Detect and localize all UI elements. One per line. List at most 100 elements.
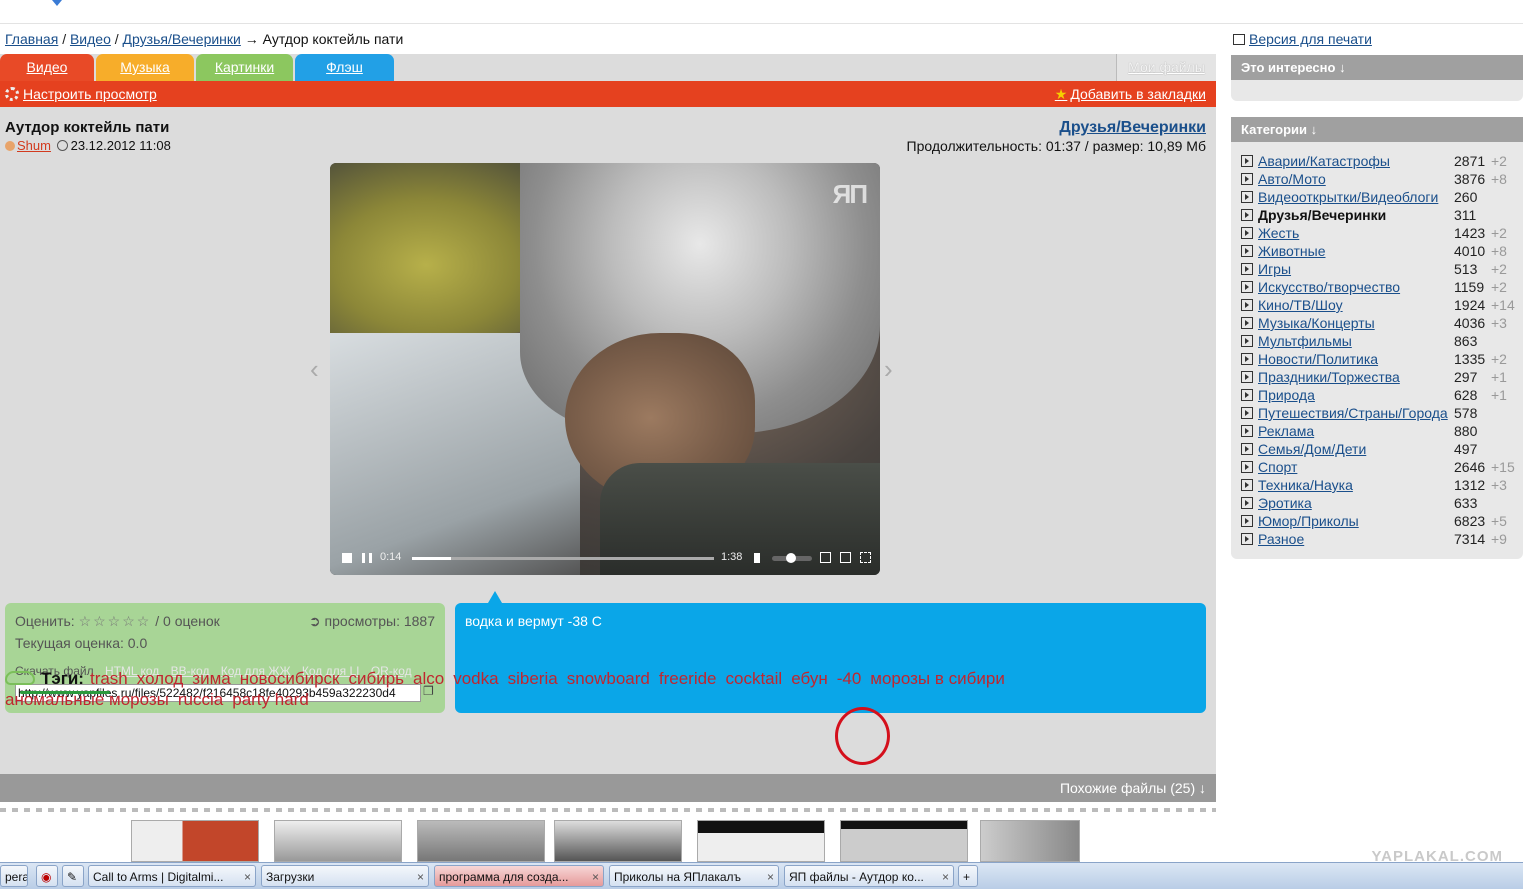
category-name[interactable]: Аварии/Катастрофы [1258,153,1390,169]
category-name[interactable]: Жесть [1258,225,1299,241]
category-name[interactable]: Разное [1258,531,1304,547]
pin-icon[interactable]: ✎ [62,865,84,887]
tag-link[interactable]: vodka [453,669,498,688]
sidebar-item-category[interactable]: Музыка/Концерты 4036 +3 [1241,314,1521,332]
category-name[interactable]: Мультфильмы [1258,333,1352,349]
tag-link[interactable]: морозы в сибири [870,669,1005,688]
tag-link[interactable]: freeride [659,669,717,688]
taskbar-item-program[interactable]: программа для созда... × [434,865,604,887]
category-name[interactable]: Путешествия/Страны/Города [1258,405,1448,421]
volume-slider[interactable] [772,553,812,563]
sidebar-item-category[interactable]: Техника/Наука 1312 +3 [1241,476,1521,494]
breadcrumb-category[interactable]: Друзья/Вечеринки [123,31,241,47]
similar-thumb[interactable] [554,820,682,862]
tab-video[interactable]: Видео [0,54,94,81]
category-name[interactable]: Природа [1258,387,1315,403]
category-name[interactable]: Юмор/Приколы [1258,513,1359,529]
new-tab-icon[interactable]: + [958,865,978,887]
sidebar-item-category[interactable]: Природа 628 +1 [1241,386,1521,404]
category-name[interactable]: Эротика [1258,495,1312,511]
category-name[interactable]: Видеооткрытки/Видеоблоги [1258,189,1438,205]
sidebar-item-category[interactable]: Игры 513 +2 [1241,260,1521,278]
sidebar-item-category[interactable]: Авто/Мото 3876 +8 [1241,170,1521,188]
taskbar-item-call-to-arms[interactable]: Call to Arms | Digitalmi... × [88,865,256,887]
sidebar-item-category[interactable]: Праздники/Торжества 297 +1 [1241,368,1521,386]
pause-icon[interactable] [362,553,372,563]
category-name[interactable]: Семья/Дом/Дети [1258,441,1366,457]
my-files-link[interactable]: Мои файлы [1116,54,1216,81]
tag-link[interactable]: snowboard [567,669,650,688]
add-bookmark-link[interactable]: ★ Добавить в закладки [1055,86,1206,103]
tab-music[interactable]: Музыка [96,54,194,81]
tag-link[interactable]: ебун [791,669,828,688]
similar-thumb[interactable] [697,820,825,862]
window-mode-icon[interactable] [840,552,851,563]
tag-link[interactable]: холод [137,669,184,688]
video-player[interactable]: ЯП 0:14 1:38 [330,163,880,575]
sidebar-item-category[interactable]: Юмор/Приколы 6823 +5 [1241,512,1521,530]
sidebar-item-category[interactable]: Аварии/Катастрофы 2871 +2 [1241,152,1521,170]
configure-view-link[interactable]: Настроить просмотр [5,86,157,102]
volume-icon[interactable] [754,553,764,563]
stop-icon[interactable] [342,553,352,563]
sidebar-item-category[interactable]: Друзья/Вечеринки 311 [1241,206,1521,224]
file-category-link[interactable]: Друзья/Вечеринки [1059,119,1206,137]
prev-file-arrow-icon[interactable]: ‹ [310,354,319,385]
similar-files-header[interactable]: Похожие файлы (25) ↓ [0,774,1216,802]
sidebar-item-category[interactable]: Спорт 2646 +15 [1241,458,1521,476]
similar-thumb[interactable] [417,820,545,862]
category-name[interactable]: Игры [1258,261,1291,277]
sidebar-item-category[interactable]: Искусство/творчество 1159 +2 [1241,278,1521,296]
sidebar-item-category[interactable]: Видеооткрытки/Видеоблоги 260 [1241,188,1521,206]
category-name[interactable]: Реклама [1258,423,1314,439]
category-name[interactable]: Музыка/Концерты [1258,315,1375,331]
category-name[interactable]: Кино/ТВ/Шоу [1258,297,1343,313]
close-icon[interactable]: × [942,866,949,886]
taskbar-item-yaplakal[interactable]: Приколы на ЯПлакалъ × [609,865,779,887]
close-icon[interactable]: × [417,866,424,886]
category-name[interactable]: Авто/Мото [1258,171,1326,187]
tag-link[interactable]: cocktail [726,669,783,688]
tag-link[interactable]: сибирь [348,669,404,688]
tag-link[interactable]: alco [413,669,444,688]
sidebar-item-category[interactable]: Разное 7314 +9 [1241,530,1521,548]
tag-link[interactable]: party hard [232,690,309,709]
sidebar-item-category[interactable]: Эротика 633 [1241,494,1521,512]
close-icon[interactable]: × [592,866,599,886]
sidebar-item-category[interactable]: Жесть 1423 +2 [1241,224,1521,242]
author-link[interactable]: Shum [17,138,51,153]
similar-thumb[interactable] [131,820,259,862]
sidebar-item-category[interactable]: Новости/Политика 1335 +2 [1241,350,1521,368]
tag-link[interactable]: trash [90,669,128,688]
sidebar-item-category[interactable]: Животные 4010 +8 [1241,242,1521,260]
rate-stars-icon[interactable]: ☆☆☆☆☆ [79,613,152,629]
tab-pictures[interactable]: Картинки [196,54,293,81]
taskbar-item-downloads[interactable]: Загрузки × [261,865,429,887]
taskbar-item-opera[interactable]: pera [0,865,28,887]
playlist-icon[interactable] [820,552,831,563]
sidebar-item-category[interactable]: Путешествия/Страны/Города 578 [1241,404,1521,422]
category-name[interactable]: Новости/Политика [1258,351,1378,367]
category-name[interactable]: Спорт [1258,459,1297,475]
print-version-link[interactable]: Версия для печати [1233,31,1372,47]
seek-bar[interactable] [412,557,714,560]
similar-thumb[interactable] [980,820,1080,862]
sidebar-item-category[interactable]: Мультфильмы 863 [1241,332,1521,350]
sidebar-item-category[interactable]: Семья/Дом/Дети 497 [1241,440,1521,458]
breadcrumb-home[interactable]: Главная [5,31,58,47]
category-name[interactable]: Друзья/Вечеринки [1258,207,1386,223]
similar-thumb[interactable] [274,820,402,862]
interesting-header[interactable]: Это интересно ↓ [1231,55,1523,80]
breadcrumb-video[interactable]: Видео [70,31,111,47]
tag-link[interactable]: зима [192,669,230,688]
tag-link[interactable]: siberia [508,669,558,688]
tab-flash[interactable]: Флэш [295,54,394,81]
volume-knob[interactable] [786,553,796,563]
taskbar-item-yap-files[interactable]: ЯП файлы - Аутдор ко... × [784,865,954,887]
tag-link[interactable]: ruccia [178,690,223,709]
opera-icon[interactable]: ◉ [36,865,58,887]
close-icon[interactable]: × [767,866,774,886]
categories-header[interactable]: Категории ↓ [1231,117,1523,142]
similar-thumb[interactable] [840,820,968,862]
category-name[interactable]: Искусство/творчество [1258,279,1400,295]
